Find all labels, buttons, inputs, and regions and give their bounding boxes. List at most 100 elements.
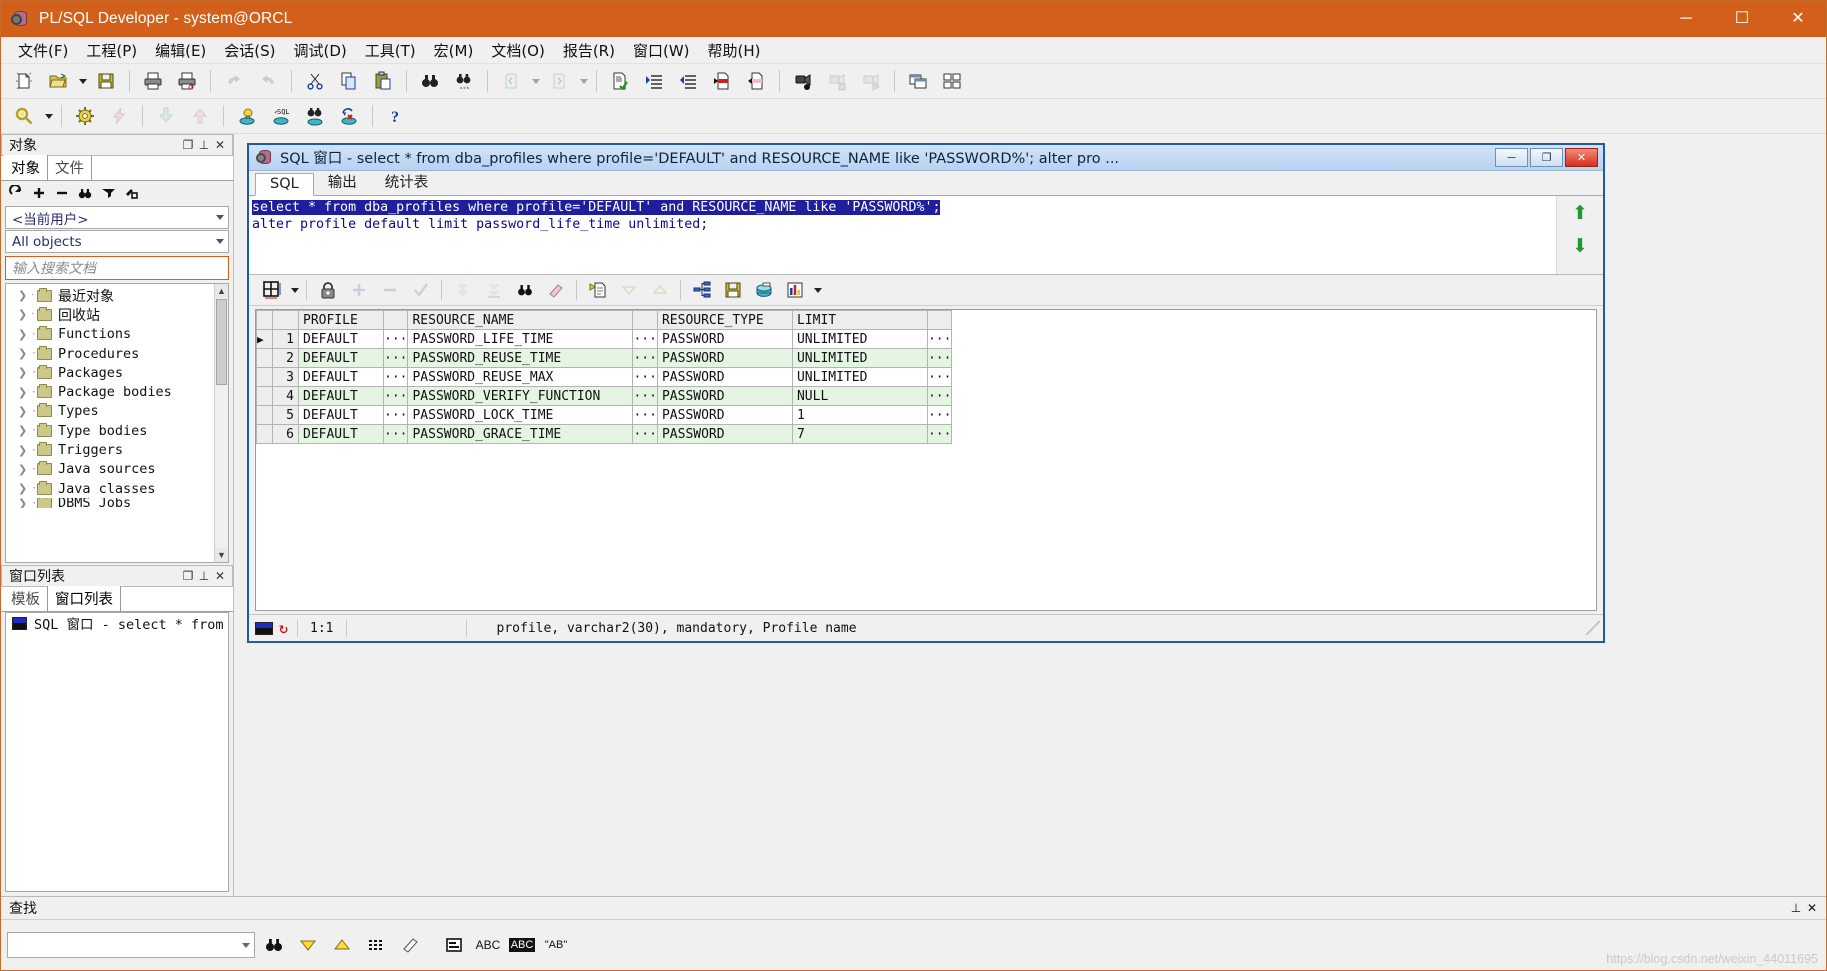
tab-statistics[interactable]: 统计表 xyxy=(371,169,443,195)
check-syntax-icon[interactable] xyxy=(605,67,635,95)
tree-item-package-bodies[interactable]: ❯ · Package bodies xyxy=(6,382,214,401)
cell-profile[interactable]: DEFAULT xyxy=(298,329,384,349)
find-next-down-icon[interactable] xyxy=(293,932,323,958)
cell-resource-name[interactable]: PASSWORD_LIFE_TIME xyxy=(407,329,634,349)
indent-icon[interactable] xyxy=(639,67,669,95)
table-row[interactable]: ▶ 1 DEFAULT ··· PASSWORD_LIFE_TIME ··· P… xyxy=(256,329,953,349)
save-icon[interactable] xyxy=(91,67,121,95)
tree-item-procedures[interactable]: ❯ · Procedures xyxy=(6,344,214,363)
pin-icon[interactable]: ⊥ xyxy=(196,569,212,583)
table-row[interactable]: 3 DEFAULT ··· PASSWORD_REUSE_MAX ··· PAS… xyxy=(256,367,953,387)
scroll-down-arrow-icon[interactable]: ⬇ xyxy=(1572,237,1588,256)
cell-ellipsis-icon[interactable]: ··· xyxy=(382,424,409,444)
tree-item-recent-objects[interactable]: ❯ · 最近对象 xyxy=(6,286,214,305)
settings-icon[interactable] xyxy=(70,102,100,130)
expand-chevron-icon[interactable]: ❯ xyxy=(18,308,31,321)
find-input[interactable] xyxy=(7,932,255,958)
menu-item-tools[interactable]: 工具(T) xyxy=(356,37,425,64)
query-builder-icon[interactable] xyxy=(688,278,715,303)
undo-icon[interactable] xyxy=(219,67,249,95)
menu-item-report[interactable]: 报告(R) xyxy=(554,37,624,64)
window-list-icon[interactable] xyxy=(903,67,933,95)
tile-windows-icon[interactable] xyxy=(937,67,967,95)
expand-chevron-icon[interactable]: ❯ xyxy=(18,444,31,457)
expand-chevron-icon[interactable]: ❯ xyxy=(18,463,31,476)
column-header-resource-type[interactable]: RESOURCE_TYPE xyxy=(656,310,793,330)
cell-ellipsis-icon[interactable]: ··· xyxy=(926,424,953,444)
menu-item-project[interactable]: 工程(P) xyxy=(77,37,146,64)
cell-resource-name[interactable]: PASSWORD_REUSE_MAX xyxy=(407,367,634,387)
cell-ellipsis-icon[interactable]: ··· xyxy=(632,424,658,444)
cell-resource-type[interactable]: PASSWORD xyxy=(656,386,793,406)
post-record-icon[interactable] xyxy=(407,278,434,303)
navigate-back-icon[interactable] xyxy=(496,67,526,95)
match-case-abc-icon[interactable]: ABC xyxy=(473,932,503,958)
close-icon[interactable]: ✕ xyxy=(212,569,228,583)
menu-item-session[interactable]: 会话(S) xyxy=(215,37,284,64)
table-row[interactable]: 2 DEFAULT ··· PASSWORD_REUSE_TIME ··· PA… xyxy=(256,348,953,368)
expand-chevron-icon[interactable]: ❯ xyxy=(18,366,31,379)
cell-limit[interactable]: NULL xyxy=(791,386,928,406)
cell-ellipsis-icon[interactable]: ··· xyxy=(632,348,658,368)
cell-ellipsis-icon[interactable]: ··· xyxy=(632,386,658,406)
object-filter-dropdown[interactable]: All objects xyxy=(5,230,229,253)
cell-resource-type[interactable]: PASSWORD xyxy=(656,405,793,425)
menu-item-macro[interactable]: 宏(M) xyxy=(425,37,483,64)
tab-templates[interactable]: 模板 xyxy=(4,586,48,611)
cell-ellipsis-icon[interactable]: ··· xyxy=(382,386,409,406)
pin-icon[interactable]: ⊥ xyxy=(196,138,212,152)
cell-ellipsis-icon[interactable]: ··· xyxy=(926,405,953,425)
breakpoint-set-icon[interactable] xyxy=(707,67,737,95)
cell-resource-type[interactable]: PASSWORD xyxy=(656,329,793,349)
find-icon[interactable] xyxy=(76,184,94,202)
cell-profile[interactable]: DEFAULT xyxy=(298,348,384,368)
refresh-icon[interactable]: ↻ xyxy=(279,619,288,637)
find-previous-up-icon[interactable] xyxy=(327,932,357,958)
cell-limit[interactable]: UNLIMITED xyxy=(791,367,928,387)
object-search-input[interactable]: 输入搜索文档 xyxy=(5,256,229,280)
minimize-button[interactable]: ─ xyxy=(1658,1,1714,37)
tab-objects[interactable]: 对象 xyxy=(4,155,48,180)
tab-window-list[interactable]: 窗口列表 xyxy=(48,586,121,611)
close-icon[interactable]: ✕ xyxy=(1804,901,1820,915)
cut-icon[interactable] xyxy=(300,67,330,95)
column-header-resource-name[interactable]: RESOURCE_NAME xyxy=(407,310,634,330)
delete-record-icon[interactable] xyxy=(376,278,403,303)
sql-maximize-button[interactable]: ❐ xyxy=(1530,148,1563,167)
cell-resource-type[interactable]: PASSWORD xyxy=(656,367,793,387)
cell-resource-type[interactable]: PASSWORD xyxy=(656,424,793,444)
redo-icon[interactable] xyxy=(253,67,283,95)
column-header-profile[interactable]: PROFILE xyxy=(298,310,384,330)
duplicate-row-icon[interactable] xyxy=(584,278,611,303)
cell-resource-name[interactable]: PASSWORD_LOCK_TIME xyxy=(407,405,634,425)
find-in-window-icon[interactable] xyxy=(439,932,469,958)
chevron-down-icon[interactable] xyxy=(242,942,250,948)
navigate-forward-icon[interactable] xyxy=(544,67,574,95)
restore-icon[interactable]: ❐ xyxy=(180,138,196,152)
play-macro-icon[interactable] xyxy=(856,67,886,95)
stop-macro-icon[interactable] xyxy=(822,67,852,95)
tree-item-types[interactable]: ❯ · Types xyxy=(6,402,214,421)
table-row[interactable]: 4 DEFAULT ··· PASSWORD_VERIFY_FUNCTION ·… xyxy=(256,386,953,406)
column-header-limit[interactable]: LIMIT xyxy=(791,310,928,330)
refresh-icon[interactable] xyxy=(7,184,25,202)
cell-ellipsis-icon[interactable]: ··· xyxy=(926,329,953,349)
copy-icon[interactable] xyxy=(334,67,364,95)
grid-dropdown-caret[interactable] xyxy=(287,276,301,304)
find-icon[interactable] xyxy=(259,932,289,958)
cell-profile[interactable]: DEFAULT xyxy=(298,424,384,444)
import-icon[interactable] xyxy=(151,102,181,130)
tab-sql[interactable]: SQL xyxy=(255,173,314,196)
find-all-grid-icon[interactable] xyxy=(361,932,391,958)
expand-icon[interactable] xyxy=(30,184,48,202)
new-document-icon[interactable] xyxy=(9,67,39,95)
cell-resource-name[interactable]: PASSWORD_REUSE_TIME xyxy=(407,348,634,368)
outdent-icon[interactable] xyxy=(673,67,703,95)
highlight-abc-icon[interactable]: ABC xyxy=(507,932,537,958)
scroll-up-arrow-icon[interactable]: ▲ xyxy=(214,284,228,298)
browser-dropdown-caret[interactable] xyxy=(41,102,55,130)
tree-item-triggers[interactable]: ❯ · Triggers xyxy=(6,440,214,459)
tree-scrollbar[interactable]: ▲ ▼ xyxy=(214,284,228,562)
list-item[interactable]: SQL 窗口 - select * from db xyxy=(6,613,228,633)
cell-limit[interactable]: UNLIMITED xyxy=(791,348,928,368)
